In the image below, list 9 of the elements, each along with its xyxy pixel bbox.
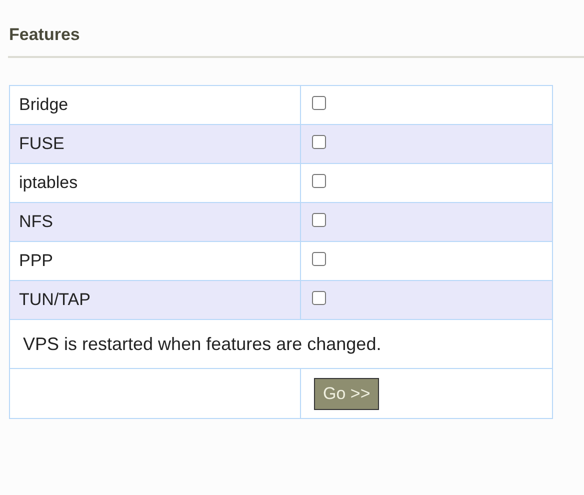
feature-name: Bridge: [10, 86, 300, 124]
go-button[interactable]: Go >>: [314, 378, 380, 410]
feature-checkbox[interactable]: [312, 135, 326, 149]
section-heading: Features: [9, 24, 80, 46]
feature-checkbox[interactable]: [312, 174, 326, 188]
feature-checkbox[interactable]: [312, 213, 326, 227]
feature-checkbox[interactable]: [312, 252, 326, 266]
feature-checkbox[interactable]: [312, 291, 326, 305]
feature-checkbox[interactable]: [312, 96, 326, 110]
